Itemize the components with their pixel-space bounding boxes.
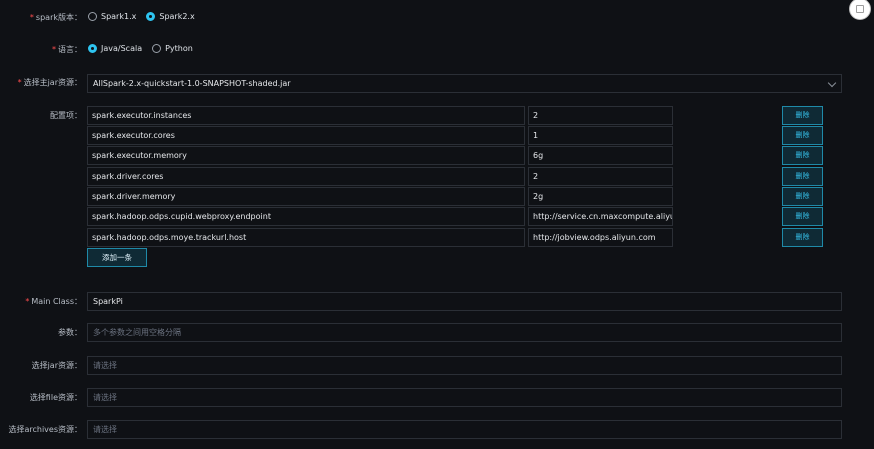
jar-resource-select[interactable]: 请选择: [87, 356, 842, 375]
file-resource-placeholder: 请选择: [93, 393, 117, 402]
config-key-input[interactable]: spark.executor.cores: [87, 126, 525, 145]
config-value-input[interactable]: 2: [528, 106, 673, 125]
delete-row-button[interactable]: 删除: [782, 167, 823, 186]
config-key-input[interactable]: spark.executor.instances: [87, 106, 525, 125]
config-key-input[interactable]: spark.hadoop.odps.moye.trackurl.host: [87, 228, 525, 247]
main-jar-select[interactable]: AllSpark-2.x-quickstart-1.0-SNAPSHOT-sha…: [87, 74, 842, 93]
delete-row-button[interactable]: 删除: [782, 146, 823, 165]
main-class-label: * Main Class：: [25, 297, 82, 306]
jar-resource-placeholder: 请选择: [93, 361, 117, 370]
archives-resource-placeholder: 请选择: [93, 425, 117, 434]
config-key-input[interactable]: spark.driver.cores: [87, 167, 525, 186]
delete-row-button[interactable]: 删除: [782, 187, 823, 206]
config-value-input[interactable]: 2: [528, 167, 673, 186]
file-resource-label: 选择file资源：: [29, 393, 82, 402]
spark-version-label: * spark版本：: [29, 13, 82, 22]
jar-resource-label: 选择jar资源：: [31, 361, 82, 370]
config-value-input[interactable]: 1: [528, 126, 673, 145]
config-key-input[interactable]: spark.executor.memory: [87, 146, 525, 165]
delete-row-button[interactable]: 删除: [782, 228, 823, 247]
radio-checked-icon: [146, 12, 156, 21]
file-resource-select[interactable]: 请选择: [87, 388, 842, 407]
radio-unchecked-icon: [88, 12, 97, 21]
window-restore-button[interactable]: [849, 0, 871, 20]
config-value-input[interactable]: http://jobview.odps.aliyun.com: [528, 228, 673, 247]
language-label: * 语言：: [52, 45, 82, 54]
archives-resource-label: 选择archives资源：: [8, 425, 82, 434]
radio-python[interactable]: Python: [152, 44, 193, 53]
main-class-input[interactable]: SparkPi: [87, 292, 842, 311]
params-input[interactable]: 多个参数之间用空格分隔: [87, 323, 842, 342]
params-label: 参数：: [58, 328, 82, 337]
config-label: 配置项：: [50, 111, 82, 120]
config-key-input[interactable]: spark.hadoop.odps.cupid.webproxy.endpoin…: [87, 207, 525, 226]
radio-unchecked-icon: [152, 44, 162, 53]
archives-resource-select[interactable]: 请选择: [87, 420, 842, 439]
radio-spark1x[interactable]: Spark1.x: [88, 12, 136, 21]
config-value-input[interactable]: http://service.cn.maxcompute.aliyun: [528, 207, 673, 226]
config-value-input[interactable]: 6g: [528, 146, 673, 165]
spark-version-radio-group: Spark1.x Spark2.x: [88, 12, 195, 21]
config-key-input[interactable]: spark.driver.memory: [87, 187, 525, 206]
delete-row-button[interactable]: 删除: [782, 106, 823, 125]
delete-row-button[interactable]: 删除: [782, 207, 823, 226]
language-radio-group: Java/Scala Python: [88, 44, 193, 53]
main-jar-label: * 选择主jar资源：: [17, 78, 82, 87]
delete-row-button[interactable]: 删除: [782, 126, 823, 145]
radio-java-scala[interactable]: Java/Scala: [88, 44, 142, 53]
add-config-row-button[interactable]: 添加一条: [87, 248, 147, 267]
radio-checked-icon: [88, 44, 97, 53]
config-value-input[interactable]: 2g: [528, 187, 673, 206]
params-placeholder: 多个参数之间用空格分隔: [93, 328, 181, 337]
chevron-down-icon: [827, 78, 837, 88]
radio-spark2x[interactable]: Spark2.x: [146, 12, 195, 21]
